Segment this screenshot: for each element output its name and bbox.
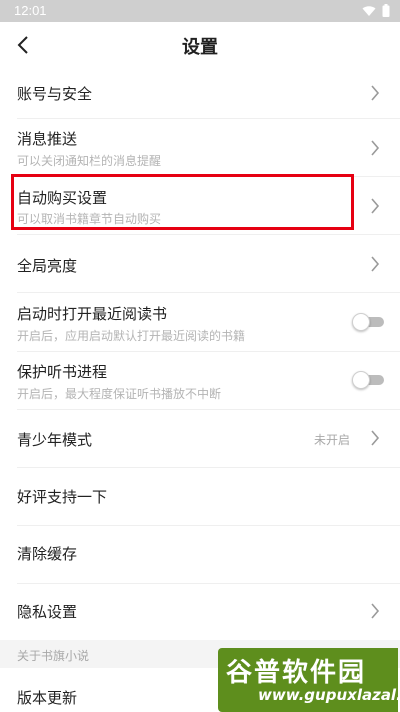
settings-item-teen-mode[interactable]: 青少年模式 未开启 — [0, 410, 400, 467]
settings-item-label: 隐私设置 — [17, 603, 78, 621]
protect-listening-toggle[interactable] — [352, 371, 386, 389]
status-time: 12:01 — [14, 3, 47, 18]
settings-item-privacy[interactable]: 隐私设置 — [0, 584, 400, 640]
watermark-logo: 谷普软件园 www.gupuxlazal.com — [218, 648, 398, 712]
settings-item-account-security[interactable]: 账号与安全 — [0, 68, 400, 118]
settings-item-description: 开启后，最大程度保证听书播放不中断 — [17, 387, 222, 401]
status-icons — [362, 4, 390, 17]
settings-item-clear-cache[interactable]: 清除缓存 — [0, 526, 400, 583]
settings-item-description: 开启后，应用启动默认打开最近阅读的书籍 — [17, 329, 246, 343]
settings-item-label: 全局亮度 — [17, 257, 78, 275]
settings-item-label: 版本更新 — [17, 689, 78, 707]
open-recent-book-toggle[interactable] — [352, 313, 386, 331]
settings-item-global-brightness[interactable]: 全局亮度 — [0, 235, 400, 292]
settings-item-open-recent-book: 启动时打开最近阅读书 开启后，应用启动默认打开最近阅读的书籍 — [0, 293, 400, 351]
settings-item-label: 保护听书进程 — [17, 363, 108, 381]
settings-item-label: 启动时打开最近阅读书 — [17, 305, 168, 323]
chevron-right-icon — [371, 85, 380, 101]
settings-item-rate-app[interactable]: 好评支持一下 — [0, 468, 400, 525]
settings-item-label: 好评支持一下 — [17, 488, 108, 506]
toggle-knob — [352, 371, 370, 389]
settings-item-push-notifications[interactable]: 消息推送 可以关闭通知栏的消息提醒 — [0, 119, 400, 176]
wifi-icon — [362, 5, 376, 16]
settings-item-label: 清除缓存 — [17, 545, 78, 563]
section-header-label: 关于书旗小说 — [17, 649, 90, 663]
battery-icon — [382, 4, 390, 17]
status-bar: 12:01 — [0, 0, 400, 22]
page-title: 设置 — [182, 37, 218, 58]
chevron-right-icon — [371, 140, 380, 156]
chevron-right-icon — [371, 603, 380, 619]
settings-item-label: 青少年模式 — [17, 431, 93, 449]
settings-item-label: 消息推送 — [17, 130, 78, 148]
watermark-title: 谷普软件园 — [226, 658, 367, 688]
toggle-knob — [352, 313, 370, 331]
settings-item-label: 账号与安全 — [17, 85, 93, 103]
settings-item-description: 可以关闭通知栏的消息提醒 — [17, 154, 162, 168]
teen-mode-status: 未开启 — [313, 433, 350, 447]
watermark-url: www.gupuxlazal.com — [258, 686, 398, 704]
chevron-right-icon — [371, 198, 380, 214]
settings-item-label: 自动购买设置 — [17, 189, 108, 207]
settings-item-description: 可以取消书籍章节自动购买 — [17, 212, 162, 226]
chevron-right-icon — [371, 430, 380, 446]
settings-item-auto-purchase[interactable]: 自动购买设置 可以取消书籍章节自动购买 — [0, 177, 400, 234]
app-bar: 设置 — [0, 22, 400, 68]
settings-item-protect-listening: 保护听书进程 开启后，最大程度保证听书播放不中断 — [0, 352, 400, 409]
chevron-right-icon — [371, 256, 380, 272]
